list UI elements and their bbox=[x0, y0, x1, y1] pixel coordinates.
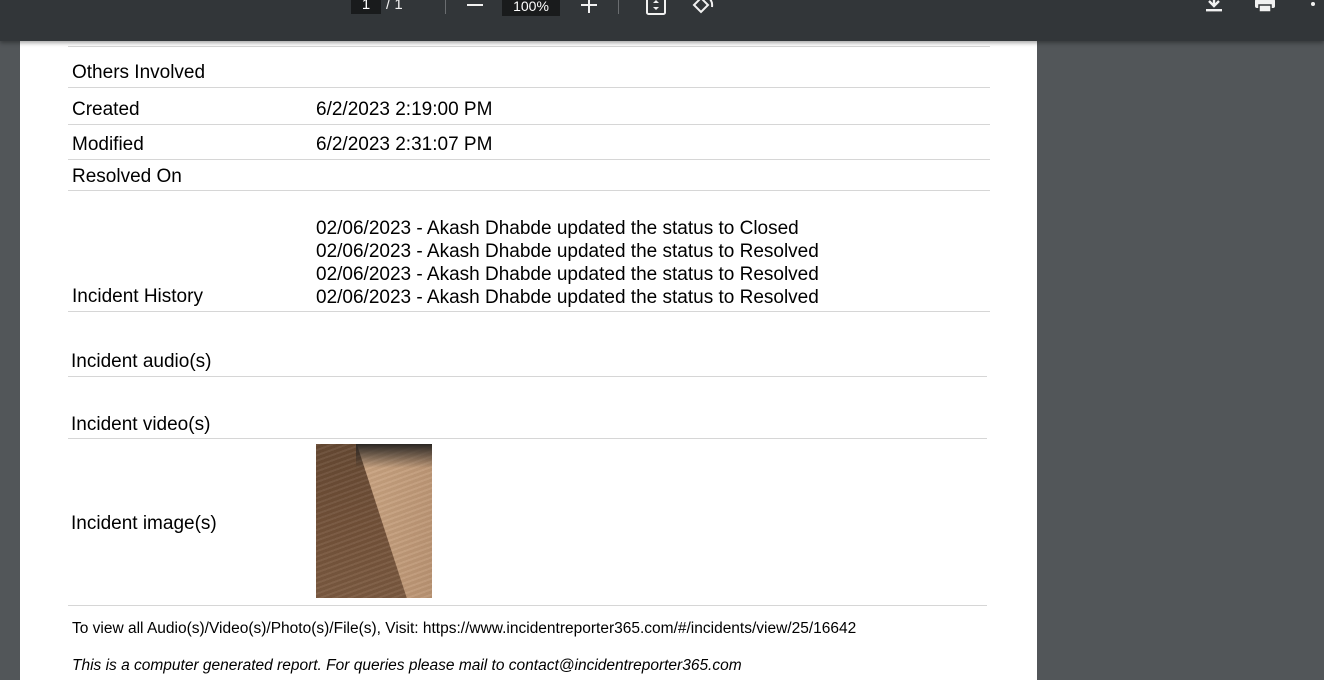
field-label: Others Involved bbox=[72, 62, 206, 83]
history-entry: 02/06/2023 - Akash Dhabde updated the st… bbox=[316, 241, 819, 262]
page-total: 1 bbox=[394, 0, 403, 13]
incident-audio-label: Incident audio(s) bbox=[71, 351, 212, 372]
zoom-in-icon bbox=[581, 0, 597, 13]
history-entry: 02/06/2023 - Akash Dhabde updated the st… bbox=[316, 218, 799, 239]
fit-page-icon bbox=[646, 0, 666, 15]
row-resolved-on: Resolved On bbox=[68, 160, 990, 191]
row-incident-video: Incident video(s) bbox=[68, 377, 987, 439]
row-incident-image: Incident image(s) bbox=[68, 439, 987, 606]
rotate-icon bbox=[692, 0, 714, 14]
field-label: Modified bbox=[72, 134, 144, 155]
download-button[interactable] bbox=[1201, 0, 1227, 18]
footer-view-all-link: To view all Audio(s)/Video(s)/Photo(s)/F… bbox=[72, 620, 857, 637]
row-created: Created 6/2/2023 2:19:00 PM bbox=[68, 88, 990, 125]
pdf-toolbar: 1 / 1 100% bbox=[0, 0, 1324, 41]
page-separator: / bbox=[386, 0, 391, 13]
field-label: Created bbox=[72, 99, 140, 120]
photo-dark-area bbox=[356, 444, 432, 468]
incident-image-label: Incident image(s) bbox=[71, 513, 217, 534]
print-button[interactable] bbox=[1252, 0, 1278, 18]
toolbar-divider bbox=[618, 0, 619, 14]
history-entry: 02/06/2023 - Akash Dhabde updated the st… bbox=[316, 287, 819, 308]
zoom-in-button[interactable] bbox=[577, 0, 601, 16]
row-others-involved: Others Involved bbox=[68, 47, 990, 88]
more-icon bbox=[1311, 2, 1315, 6]
incident-image-thumbnail[interactable] bbox=[316, 444, 432, 598]
more-options-button[interactable] bbox=[1303, 0, 1323, 18]
zoom-out-button[interactable] bbox=[463, 0, 487, 16]
field-value: 6/2/2023 2:19:00 PM bbox=[316, 99, 493, 120]
download-icon bbox=[1206, 0, 1222, 12]
page-count: / 1 bbox=[386, 0, 403, 14]
field-value: 6/2/2023 2:31:07 PM bbox=[316, 134, 493, 155]
toolbar-divider bbox=[445, 0, 446, 14]
fit-page-button[interactable] bbox=[643, 0, 669, 18]
zoom-level-input[interactable]: 100% bbox=[502, 0, 560, 16]
incident-history-list: 02/06/2023 - Akash Dhabde updated the st… bbox=[316, 217, 819, 309]
field-label: Resolved On bbox=[72, 166, 182, 187]
row-incident-history: Incident History 02/06/2023 - Akash Dhab… bbox=[68, 191, 990, 312]
pdf-page: Others Involved Created 6/2/2023 2:19:00… bbox=[20, 0, 1037, 680]
page-number-input[interactable]: 1 bbox=[351, 0, 381, 14]
row-incident-audio: Incident audio(s) bbox=[68, 312, 987, 377]
zoom-out-icon bbox=[467, 4, 483, 6]
row-modified: Modified 6/2/2023 2:31:07 PM bbox=[68, 125, 990, 160]
print-icon bbox=[1255, 0, 1275, 13]
rotate-button[interactable] bbox=[690, 0, 716, 18]
incident-history-label: Incident History bbox=[72, 286, 203, 307]
history-entry: 02/06/2023 - Akash Dhabde updated the st… bbox=[316, 264, 819, 285]
incident-video-label: Incident video(s) bbox=[71, 414, 211, 435]
footer-disclaimer: This is a computer generated report. For… bbox=[72, 657, 742, 674]
